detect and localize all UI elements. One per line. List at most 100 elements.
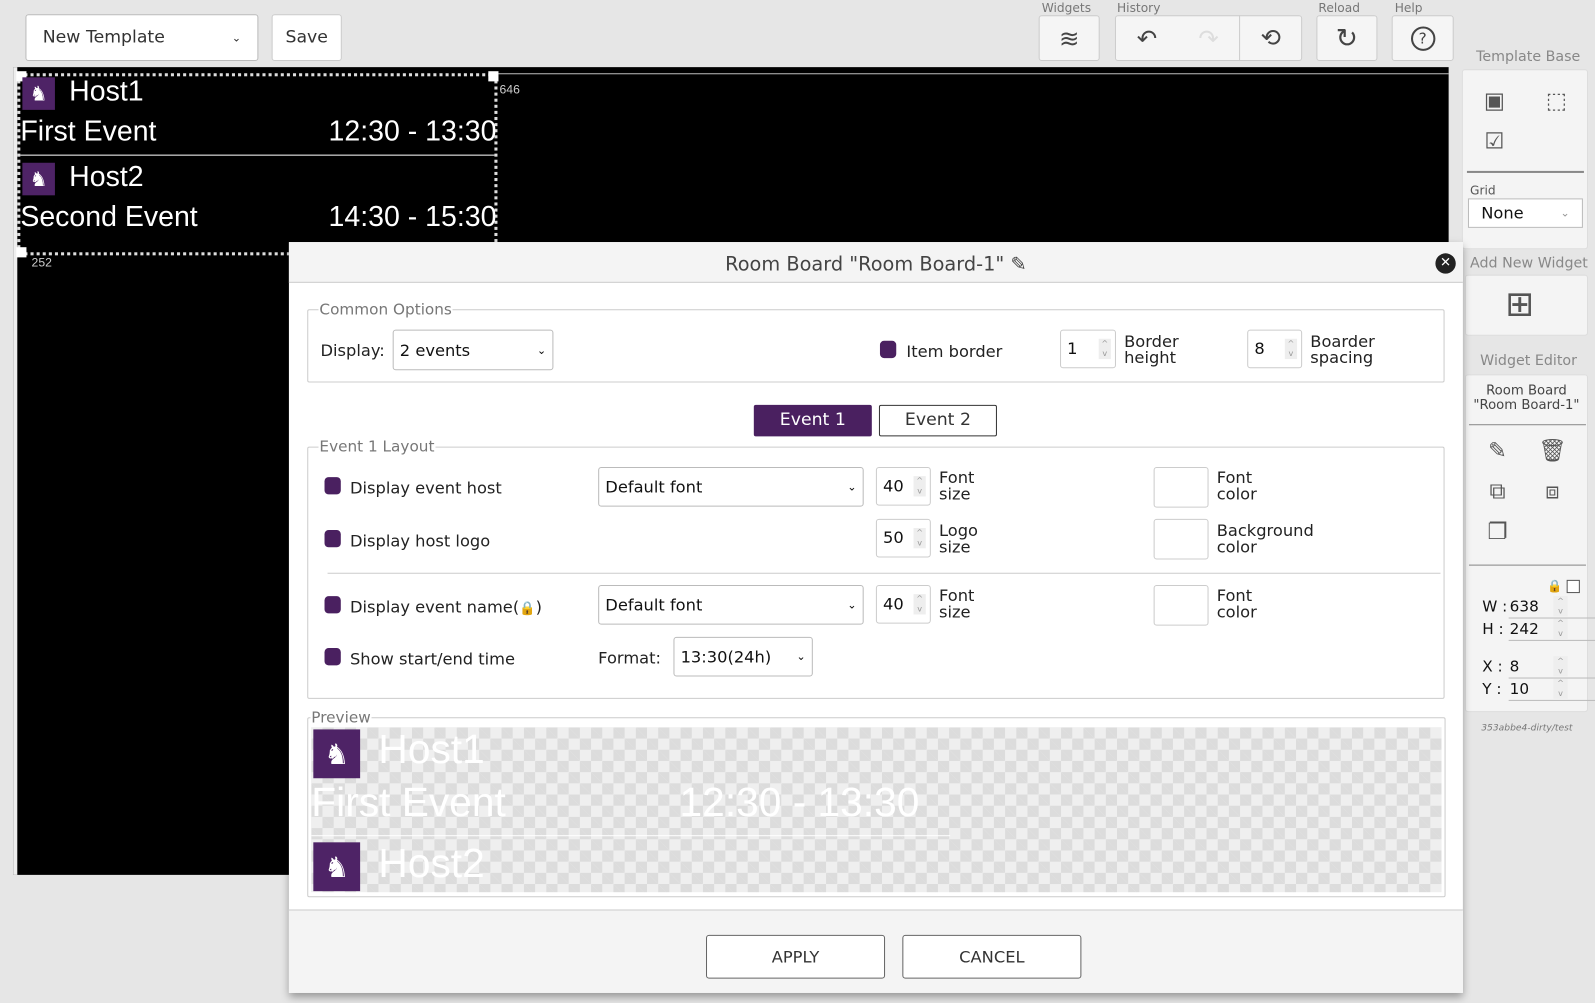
spinner[interactable]: ^ v bbox=[1553, 678, 1568, 699]
time-format-select[interactable]: 13:30(24h) ⌄ bbox=[673, 636, 813, 677]
name-font-color-picker[interactable] bbox=[1153, 584, 1209, 626]
cancel-button[interactable]: CANCEL bbox=[902, 934, 1082, 979]
checklist-icon[interactable]: ☑ bbox=[1479, 129, 1510, 154]
help-label: Help bbox=[1394, 1, 1423, 16]
history-icon[interactable]: ⟲ bbox=[1239, 15, 1301, 62]
save-button[interactable]: Save bbox=[271, 14, 342, 62]
reload-icon: ↻ bbox=[1335, 22, 1358, 54]
spinner[interactable]: ^ v bbox=[913, 594, 926, 615]
reload-button[interactable]: ↻ bbox=[1316, 15, 1378, 62]
host-font-select[interactable]: Default font ⌄ bbox=[598, 466, 864, 507]
format-label: Format: bbox=[598, 648, 662, 668]
display-name-checkbox[interactable] bbox=[324, 596, 341, 614]
resize-handle[interactable] bbox=[488, 71, 499, 82]
spinner[interactable]: ^ v bbox=[1098, 338, 1111, 360]
bring-front-icon[interactable]: ⧉ bbox=[1482, 479, 1513, 504]
widgets-button[interactable]: ≋ bbox=[1038, 15, 1100, 62]
duplicate-icon[interactable]: ❐ bbox=[1482, 520, 1513, 545]
right-edge-label: 646 bbox=[499, 82, 520, 97]
preview-host: Host2 bbox=[378, 841, 485, 887]
host-font-size-input[interactable]: 40 ^ v bbox=[875, 466, 931, 506]
chevron-down-icon: ⌄ bbox=[847, 480, 857, 494]
event-name: Second Event bbox=[20, 200, 198, 232]
display-logo-label: Display host logo bbox=[349, 531, 491, 551]
grid-label: Grid bbox=[1469, 183, 1496, 198]
event-host: Host2 bbox=[69, 160, 144, 193]
tab-event-1[interactable]: Event 1 bbox=[753, 404, 872, 437]
widget-name: "Room Board-1" bbox=[1473, 397, 1580, 414]
spinner[interactable]: ^ v bbox=[1284, 338, 1298, 360]
name-font-size-input[interactable]: 40 ^ v bbox=[875, 584, 931, 624]
redo-icon[interactable]: ↷ bbox=[1178, 24, 1240, 52]
image-area-icon[interactable]: ⬚ bbox=[1541, 89, 1572, 114]
aspect-lock-checkbox[interactable] bbox=[1566, 579, 1580, 594]
x-input[interactable]: 8 bbox=[1510, 657, 1520, 675]
chevron-down-icon: ⌄ bbox=[1560, 206, 1570, 220]
width-input[interactable]: 638 bbox=[1510, 597, 1539, 615]
close-icon[interactable]: ✕ bbox=[1435, 253, 1456, 274]
edit-icon[interactable]: ✎ bbox=[1482, 438, 1513, 463]
logo-size-input[interactable]: 50 ^ v bbox=[875, 518, 931, 558]
help-button[interactable]: ? bbox=[1391, 15, 1454, 62]
host-logo: ♞ bbox=[22, 162, 55, 196]
display-label: Display: bbox=[320, 340, 385, 361]
preview-canvas: ♞ Host1 First Event 12:30 - 13:30 ♞ Host… bbox=[311, 727, 1442, 893]
version-label: 353abbe4-dirty/test bbox=[1481, 723, 1573, 734]
add-widget-label: Add New Widget bbox=[1469, 255, 1588, 272]
item-border-checkbox[interactable] bbox=[879, 340, 897, 359]
host-logo: ♞ bbox=[22, 77, 55, 110]
spinner[interactable]: ^ v bbox=[913, 476, 926, 497]
event-time: 12:30 - 13:30 bbox=[328, 114, 497, 147]
undo-icon[interactable]: ↶ bbox=[1116, 24, 1178, 52]
widget-editor-panel: Room Board "Room Board-1" ✎ 🗑 ⧉ ⧈ ❐ 🔒 W :… bbox=[1464, 374, 1595, 713]
dialog-title: Room Board "Room Board-1" bbox=[725, 253, 1005, 276]
help-icon: ? bbox=[1410, 25, 1435, 51]
template-select[interactable]: New Template ⌄ bbox=[25, 14, 259, 62]
name-font-select[interactable]: Default font ⌄ bbox=[598, 584, 864, 625]
display-host-label: Display event host bbox=[349, 478, 502, 498]
spacing-input[interactable]: 8 ^ v bbox=[1247, 329, 1303, 369]
widget-dialog: Room Board "Room Board-1" ✎ ✕ Common Opt… bbox=[288, 242, 1463, 993]
spinner[interactable]: ^ v bbox=[913, 527, 926, 549]
lock-icon[interactable]: 🔒 bbox=[1547, 579, 1562, 593]
tab-event-2[interactable]: Event 2 bbox=[878, 404, 997, 437]
chevron-down-icon: ⌄ bbox=[536, 343, 547, 357]
history-group: ↶ ↷ ⟲ bbox=[1114, 15, 1303, 62]
background-image-icon[interactable]: ▣ bbox=[1479, 89, 1510, 114]
delete-icon[interactable]: 🗑 bbox=[1537, 438, 1568, 463]
display-logo-checkbox[interactable] bbox=[324, 530, 341, 548]
edit-title-icon[interactable]: ✎ bbox=[1004, 253, 1026, 275]
resize-handle[interactable] bbox=[16, 247, 27, 258]
preview-host: Host1 bbox=[378, 727, 485, 773]
spinner[interactable]: ^ v bbox=[1553, 596, 1568, 617]
host-font-color-picker[interactable] bbox=[1153, 466, 1209, 508]
bottom-edge-label: 252 bbox=[31, 255, 52, 270]
display-name-label: Display event name( bbox=[349, 597, 520, 617]
display-host-checkbox[interactable] bbox=[324, 477, 341, 495]
grid-select[interactable]: None ⌄ bbox=[1467, 198, 1583, 228]
history-label: History bbox=[1116, 1, 1161, 16]
event-time: 14:30 - 15:30 bbox=[328, 200, 497, 232]
add-widget-button[interactable]: ⊞ bbox=[1464, 274, 1589, 336]
background-color-picker[interactable] bbox=[1153, 518, 1209, 560]
event-host: Host1 bbox=[69, 75, 144, 107]
preview-event-name: First Event bbox=[311, 780, 506, 826]
widget-name: Room Board bbox=[1486, 383, 1567, 399]
y-input[interactable]: 10 bbox=[1510, 680, 1529, 698]
apply-button[interactable]: APPLY bbox=[706, 934, 886, 979]
widget-editor-label: Widget Editor bbox=[1480, 353, 1578, 370]
spinner[interactable]: ^ v bbox=[1553, 618, 1568, 639]
show-time-checkbox[interactable] bbox=[324, 648, 341, 666]
layers-icon: ≋ bbox=[1058, 23, 1080, 53]
host-logo: ♞ bbox=[313, 842, 361, 892]
item-border bbox=[20, 154, 495, 156]
border-height-input[interactable]: 1 ^ v bbox=[1060, 329, 1116, 369]
display-select[interactable]: 2 events ⌄ bbox=[392, 329, 554, 371]
lock-icon: 🔒 bbox=[519, 601, 536, 617]
height-input[interactable]: 242 bbox=[1510, 620, 1539, 638]
event-name: First Event bbox=[20, 114, 157, 147]
host-logo: ♞ bbox=[313, 729, 361, 779]
spinner[interactable]: ^ v bbox=[1553, 656, 1568, 677]
widgets-label: Widgets bbox=[1041, 1, 1092, 16]
send-back-icon[interactable]: ⧈ bbox=[1537, 479, 1568, 504]
